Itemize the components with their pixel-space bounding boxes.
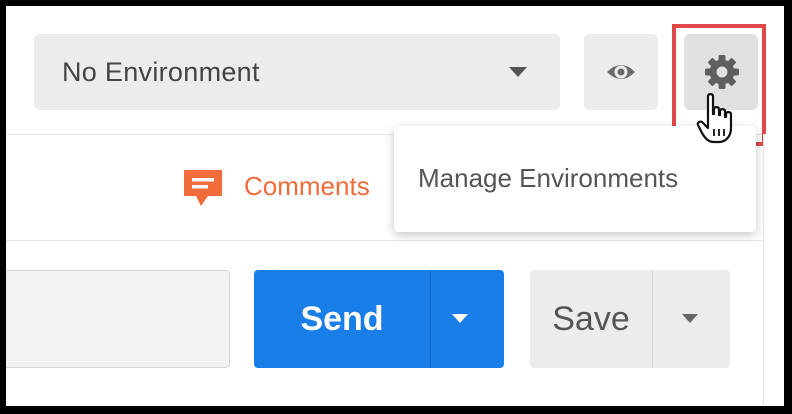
save-button[interactable]: Save	[530, 270, 730, 368]
menu-item-label: Manage Environments	[418, 163, 679, 193]
send-split-divider	[430, 270, 431, 368]
save-options-chevron-down-icon[interactable]	[682, 314, 698, 323]
hand-pointer-cursor-icon	[696, 93, 733, 144]
save-label: Save	[552, 300, 630, 338]
app-frame: No Environment Comments Send Save Manage…	[6, 6, 784, 406]
environment-selected-value: No Environment	[62, 57, 260, 87]
right-panel-edge	[763, 134, 784, 406]
request-url-input[interactable]	[6, 270, 230, 368]
environment-toolbar: No Environment	[6, 6, 784, 135]
comments-label: Comments	[244, 171, 370, 201]
save-split-divider	[652, 270, 653, 368]
send-label: Send	[300, 300, 384, 338]
section-divider	[6, 240, 763, 241]
environment-quick-look-button[interactable]	[584, 34, 658, 110]
comment-icon	[184, 170, 222, 206]
send-options-chevron-down-icon[interactable]	[452, 314, 468, 323]
send-button[interactable]: Send	[254, 270, 504, 368]
eye-icon	[607, 65, 635, 79]
chevron-down-icon	[509, 67, 527, 77]
environment-selector[interactable]: No Environment	[34, 34, 560, 110]
